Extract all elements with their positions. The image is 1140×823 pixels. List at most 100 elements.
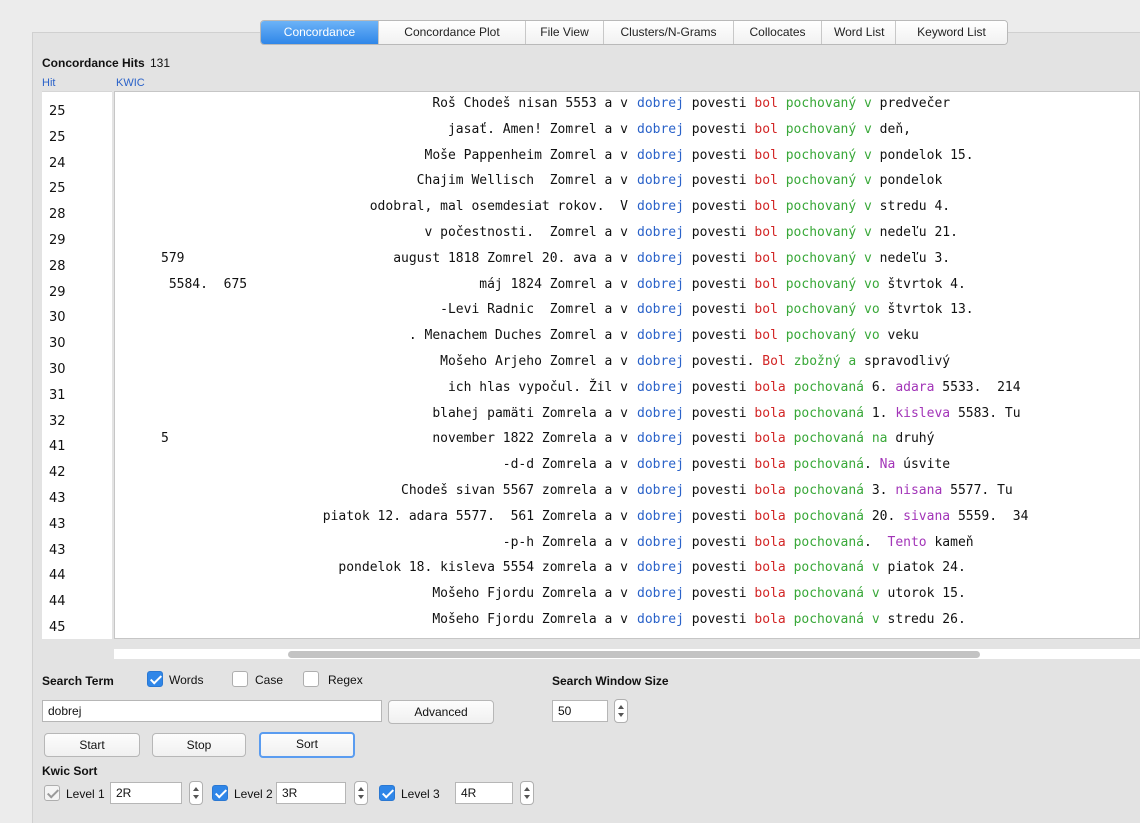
kwic-column-header[interactable]: KWIC (116, 77, 145, 89)
kwic-keyword: dobrej (637, 199, 684, 215)
kwic-context-word: pochovaný (785, 302, 857, 318)
kwic-right-context: dobrej povesti bol pochovaný vo štvrtok … (637, 302, 974, 317)
kwic-row[interactable]: 5584. 675 máj 1824 Zomrel a v dobrej poves… (115, 276, 1139, 299)
kwic-row[interactable]: 5 november 1822 Zomrela a v dobrej povesti… (115, 431, 1139, 453)
horizontal-scroll-thumb[interactable] (288, 651, 980, 658)
kwic-row[interactable]: Mošeho Fjordu Zomrela a v dobrej povesti … (115, 586, 1139, 608)
kwic-context-word: deň, (871, 121, 911, 137)
kwic-row[interactable]: Chajim Wellisch Zomrel a v dobrej povesti… (115, 173, 1139, 195)
level1-label: Level 1 (66, 787, 105, 801)
kwic-right-context: dobrej povesti bola pochovaná na druhý (637, 431, 934, 446)
kwic-row[interactable]: blahej pamäti Zomrela a v dobrej povesti … (115, 405, 1139, 428)
kwic-context-word: sivana (903, 508, 951, 524)
tab-concordance[interactable]: Concordance (261, 21, 379, 44)
kwic-right-context: dobrej povesti bol pochovaný v nedeľu 3. (637, 251, 950, 266)
kwic-context-word: . (864, 534, 888, 550)
kwic-context-word (778, 225, 786, 240)
stop-button[interactable]: Stop (152, 733, 246, 757)
kwic-row[interactable]: Mošeho Arjeho Zomrel a v dobrej povesti. … (115, 354, 1139, 376)
kwic-sort-label: Kwic Sort (42, 764, 98, 778)
level3-stepper[interactable] (520, 781, 534, 805)
start-button[interactable]: Start (44, 733, 140, 757)
level2-input[interactable]: 3R (276, 782, 346, 804)
kwic-context-word: 6. (864, 379, 896, 395)
kwic-context-word: bol (754, 328, 778, 344)
kwic-context-word: utorok 15. (879, 586, 966, 602)
search-window-size-label: Search Window Size (552, 674, 669, 688)
level1-input[interactable]: 2R (110, 782, 182, 804)
regex-checkbox[interactable] (303, 671, 319, 687)
level2-checkbox[interactable] (212, 785, 228, 801)
kwic-context-word: v (864, 173, 872, 189)
kwic-row[interactable]: piatok 12. adara 5577. 561 Zomrela a v do… (115, 508, 1139, 531)
kwic-context-word: povesti (683, 250, 755, 266)
kwic-row[interactable]: Chodeš sivan 5567 zomrela a v dobrej pove… (115, 483, 1139, 505)
kwic-context-word: pochovaný (785, 225, 857, 240)
kwic-left-context: Mošeho Fjordu Zomrela a v (432, 612, 628, 627)
level1-stepper[interactable] (189, 781, 203, 805)
tab-keyword-list[interactable]: Keyword List (896, 21, 1007, 44)
sort-button[interactable]: Sort (259, 732, 355, 758)
kwic-row[interactable]: Moše Pappenheim Zomrel a v dobrej povesti… (115, 147, 1139, 170)
kwic-context-word: pochovaná (793, 560, 865, 576)
search-window-size-input[interactable]: 50 (552, 700, 608, 722)
search-term-input[interactable]: dobrej (42, 700, 382, 722)
kwic-context-word: povesti (683, 199, 755, 215)
kwic-context-word: veku (879, 328, 919, 344)
hit-column-header[interactable]: Hit (42, 77, 55, 89)
kwic-context-word (786, 380, 794, 395)
hit-number: 25 (49, 181, 66, 197)
level1-checkbox[interactable] (44, 785, 60, 801)
case-checkbox[interactable] (232, 671, 248, 687)
search-window-stepper[interactable] (614, 699, 628, 723)
kwic-context-word: bola (754, 457, 786, 473)
tab-clusters-ngrams[interactable]: Clusters/N-Grams (604, 21, 734, 44)
level3-checkbox[interactable] (379, 785, 395, 801)
kwic-context-word: povesti (683, 560, 755, 576)
tab-concordance-plot[interactable]: Concordance Plot (379, 21, 526, 44)
kwic-row[interactable]: v počestnosti. Zomrel a v dobrej povesti … (115, 225, 1139, 247)
kwic-context-word: bol (754, 147, 778, 163)
kwic-right-context: dobrej povesti bol pochovaný v nedeľu 21… (637, 225, 958, 240)
words-checkbox[interactable] (147, 671, 163, 687)
kwic-keyword: dobrej (637, 276, 684, 292)
kwic-context-word: 5583. Tu (950, 405, 1021, 421)
kwic-context-word (778, 277, 786, 292)
level3-input[interactable]: 4R (455, 782, 513, 804)
kwic-keyword: dobrej (637, 250, 684, 266)
hit-number: 42 (49, 465, 66, 481)
kwic-context-word: Na (879, 457, 896, 473)
kwic-row[interactable]: . Menachem Duches Zomrel a v dobrej poves… (115, 328, 1139, 350)
tab-file-view[interactable]: File View (526, 21, 604, 44)
kwic-context-word: pochovaný (785, 96, 857, 111)
kwic-results-table[interactable]: Roš Chodeš nisan 5553 a v dobrej povesti … (114, 91, 1140, 639)
kwic-keyword: dobrej (637, 405, 684, 421)
kwic-row[interactable]: -p-h Zomrela a v dobrej povesti bola poch… (115, 534, 1139, 557)
hit-number-column[interactable]: 25 25 24 25 28 29 28 29 30 30 30 31 32 41 42 43 43 43 44 44… (42, 91, 112, 639)
kwic-left-context: -p-h Zomrela a v (502, 534, 628, 550)
kwic-context-word: v (871, 612, 880, 627)
tab-collocates[interactable]: Collocates (734, 21, 822, 44)
kwic-context-word: bola (754, 508, 786, 524)
kwic-row[interactable]: -Levi Radnic Zomrel a v dobrej povesti bo… (115, 302, 1139, 324)
kwic-row[interactable]: Mošeho Fjordu Zomrela a v dobrej povesti … (115, 612, 1139, 634)
kwic-context-word: pochovaná (793, 379, 865, 395)
kwic-keyword: dobrej (637, 354, 684, 369)
kwic-context-word: povesti (683, 302, 755, 318)
kwic-context-word: štvrtok 13. (879, 302, 974, 318)
kwic-row[interactable]: ich hlas vypočul. Žil v dobrej povesti bo… (115, 379, 1139, 402)
level2-stepper[interactable] (354, 781, 368, 805)
tab-word-list[interactable]: Word List (822, 21, 896, 44)
kwic-context-word: bola (754, 431, 786, 447)
kwic-row[interactable]: jasať. Amen! Zomrel a v dobrej povesti bo… (115, 121, 1139, 144)
kwic-context-word: v (864, 225, 872, 240)
kwic-row[interactable]: Roš Chodeš nisan 5553 a v dobrej povesti … (115, 96, 1139, 118)
kwic-context-word (786, 457, 794, 472)
kwic-context-word: povesti (683, 96, 755, 111)
kwic-row[interactable]: odobral, mal osemdesiat rokov. V dobrej p… (115, 199, 1139, 221)
kwic-context-word: pondelok (871, 173, 943, 189)
kwic-row[interactable]: -d-d Zomrela a v dobrej povesti bola poch… (115, 457, 1139, 479)
kwic-row[interactable]: pondelok 18. kisleva 5554 zomrela a v dob… (115, 560, 1139, 582)
kwic-row[interactable]: 579 august 1818 Zomrel 20. ava a v dobrej … (115, 251, 1139, 273)
advanced-button[interactable]: Advanced (388, 700, 494, 724)
